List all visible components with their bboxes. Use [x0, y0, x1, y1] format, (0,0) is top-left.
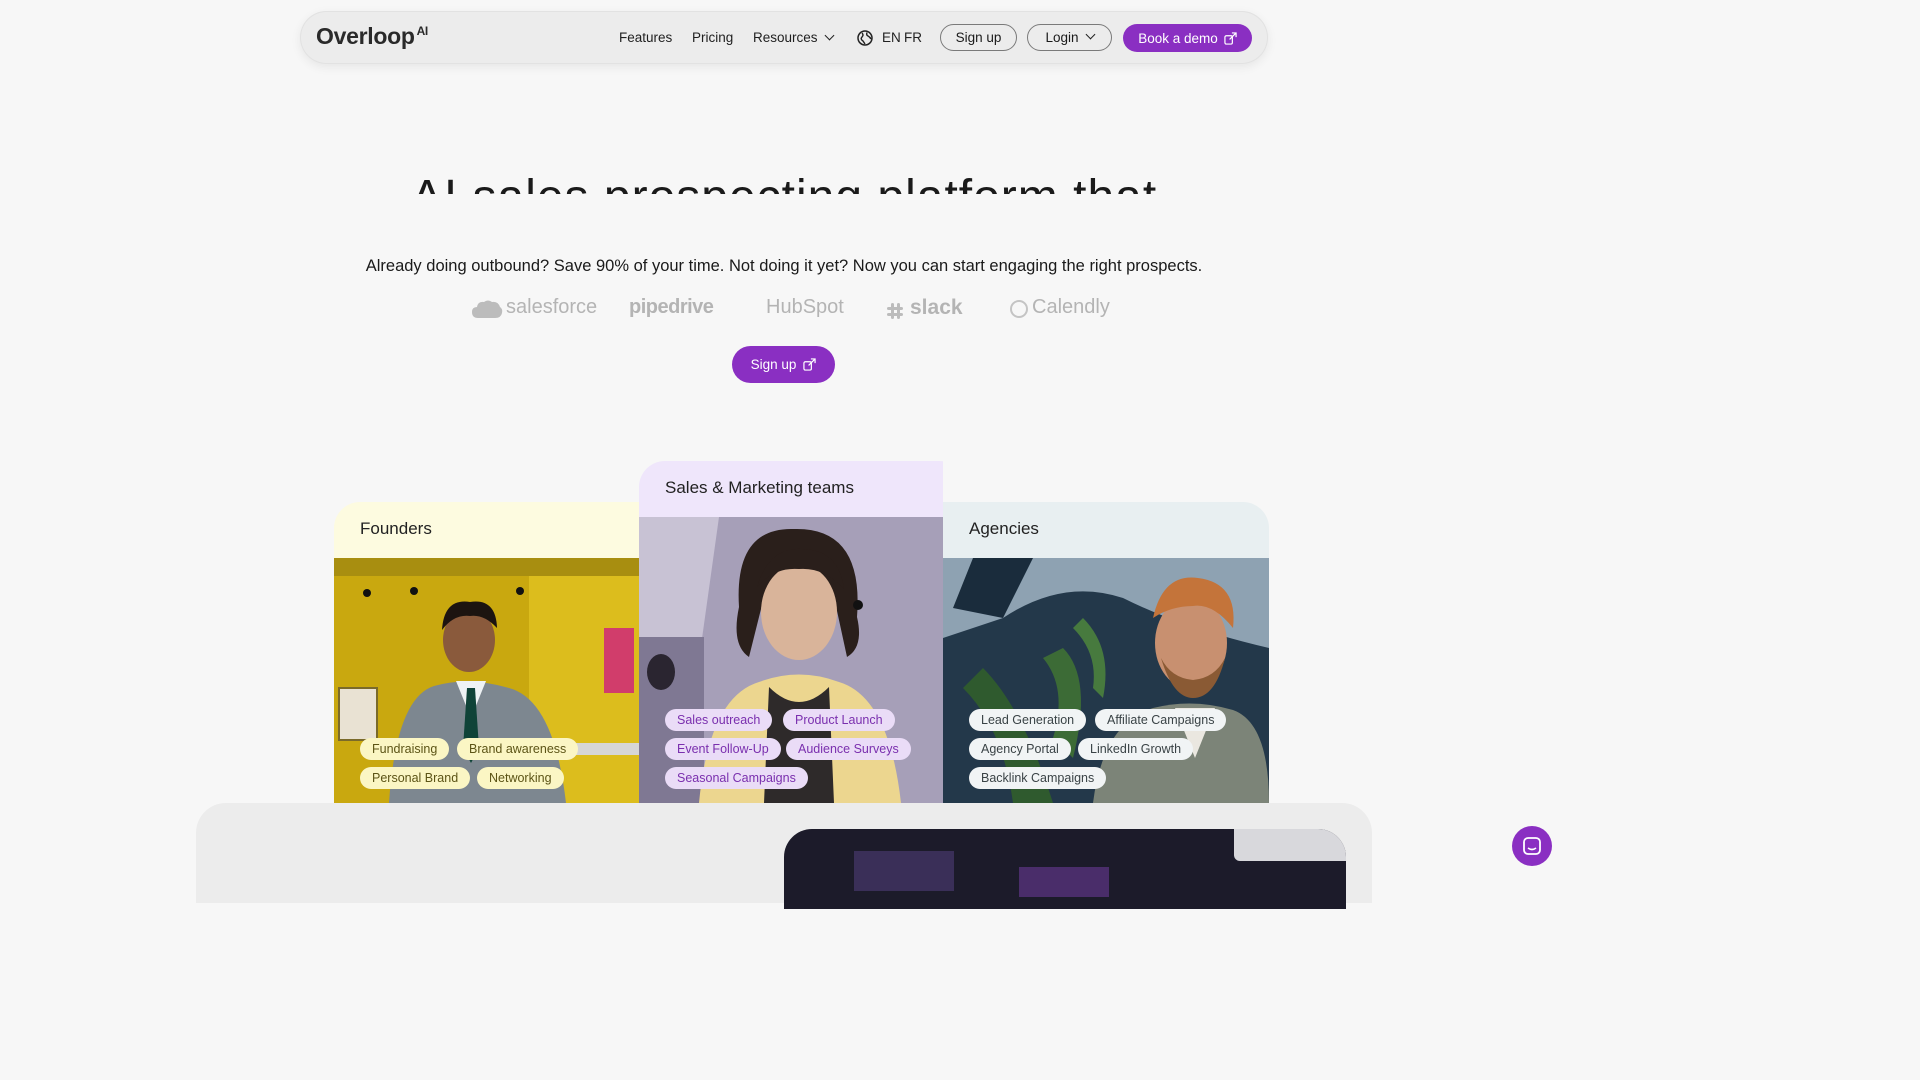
tag-lead-generation[interactable]: Lead Generation	[969, 709, 1087, 731]
preview-panel	[1019, 867, 1109, 897]
sales-photo	[639, 517, 943, 803]
hero-subtitle: Already doing outbound? Save 90% of your…	[365, 257, 1203, 275]
signup-nav-button[interactable]: Sign up	[940, 24, 1017, 51]
external-link-icon	[803, 358, 817, 371]
nav-link-features[interactable]: Features	[619, 30, 672, 45]
tag-brand-awareness[interactable]: Brand awareness	[457, 738, 579, 760]
hero-title: AI sales prospecting platform that	[0, 170, 1568, 194]
preview-window	[1234, 829, 1346, 861]
hero-signup-button[interactable]: Sign up	[732, 346, 835, 383]
agencies-card[interactable]: Agencies Lead Generation Affiliate Campa…	[943, 502, 1269, 803]
nav-link-pricing[interactable]: Pricing	[692, 30, 733, 45]
tag-seasonal-campaigns[interactable]: Seasonal Campaigns	[665, 767, 808, 789]
hero-title-viewport: AI sales prospecting platform that	[0, 150, 1568, 194]
preview-panel	[854, 851, 954, 891]
tag-affiliate-campaigns[interactable]: Affiliate Campaigns	[1095, 709, 1227, 731]
tag-personal-brand[interactable]: Personal Brand	[360, 767, 471, 789]
logo-ai-suffix: AI	[416, 24, 429, 39]
sales-card-title: Sales & Marketing teams	[665, 478, 854, 497]
top-navbar: Overloop AI Features Pricing Resources EN…	[300, 11, 1268, 64]
slack-logo: slack	[910, 296, 963, 319]
tag-networking[interactable]: Networking	[477, 767, 564, 789]
tag-linkedin-growth[interactable]: LinkedIn Growth	[1078, 738, 1194, 760]
chat-icon	[1523, 837, 1541, 855]
nav-link-resources[interactable]: Resources	[753, 30, 834, 45]
integrations-logos: salesforce pipedrive HubSpot slack Calen…	[0, 294, 1568, 328]
calendly-mark-icon	[1010, 300, 1028, 318]
tag-event-follow-up[interactable]: Event Follow-Up	[665, 738, 781, 760]
agencies-card-title: Agencies	[969, 519, 1039, 538]
founders-card-title: Founders	[360, 519, 432, 538]
calendly-logo: Calendly	[1032, 296, 1110, 318]
nav-link-resources-label: Resources	[753, 30, 818, 45]
external-link-icon	[1224, 31, 1237, 45]
chat-launcher-button[interactable]	[1512, 826, 1552, 866]
lang-en[interactable]: EN	[882, 30, 901, 45]
tag-agency-portal[interactable]: Agency Portal	[969, 738, 1071, 760]
pipedrive-logo: pipedrive	[629, 296, 714, 318]
sales-marketing-card[interactable]: Sales & Marketing teams Sales outreach P…	[639, 461, 943, 803]
overloop-logo[interactable]: Overloop AI	[316, 23, 428, 50]
book-demo-button[interactable]: Book a demo	[1123, 24, 1252, 52]
tag-product-launch[interactable]: Product Launch	[783, 709, 895, 731]
chevron-down-icon	[824, 30, 834, 41]
founders-card[interactable]: Founders Fundraising Brand awareness Per…	[334, 502, 639, 803]
logo-text: Overloop	[316, 23, 415, 49]
globe-icon[interactable]	[857, 30, 873, 46]
chevron-down-icon	[1085, 29, 1095, 40]
login-button-label: Login	[1045, 30, 1079, 45]
book-demo-label: Book a demo	[1138, 30, 1218, 46]
hubspot-logo: HubSpot	[766, 296, 844, 318]
tag-backlink-campaigns[interactable]: Backlink Campaigns	[969, 767, 1107, 789]
tag-fundraising[interactable]: Fundraising	[360, 738, 450, 760]
salesforce-cloud-icon	[472, 300, 503, 318]
tag-sales-outreach[interactable]: Sales outreach	[665, 709, 773, 731]
salesforce-logo: salesforce	[506, 296, 598, 318]
product-screenshot-preview	[784, 829, 1346, 909]
tag-audience-surveys[interactable]: Audience Surveys	[786, 738, 911, 760]
hero-signup-label: Sign up	[750, 357, 797, 372]
lang-fr[interactable]: FR	[904, 30, 922, 45]
login-button[interactable]: Login	[1027, 24, 1112, 51]
slack-hash-icon	[887, 303, 903, 319]
